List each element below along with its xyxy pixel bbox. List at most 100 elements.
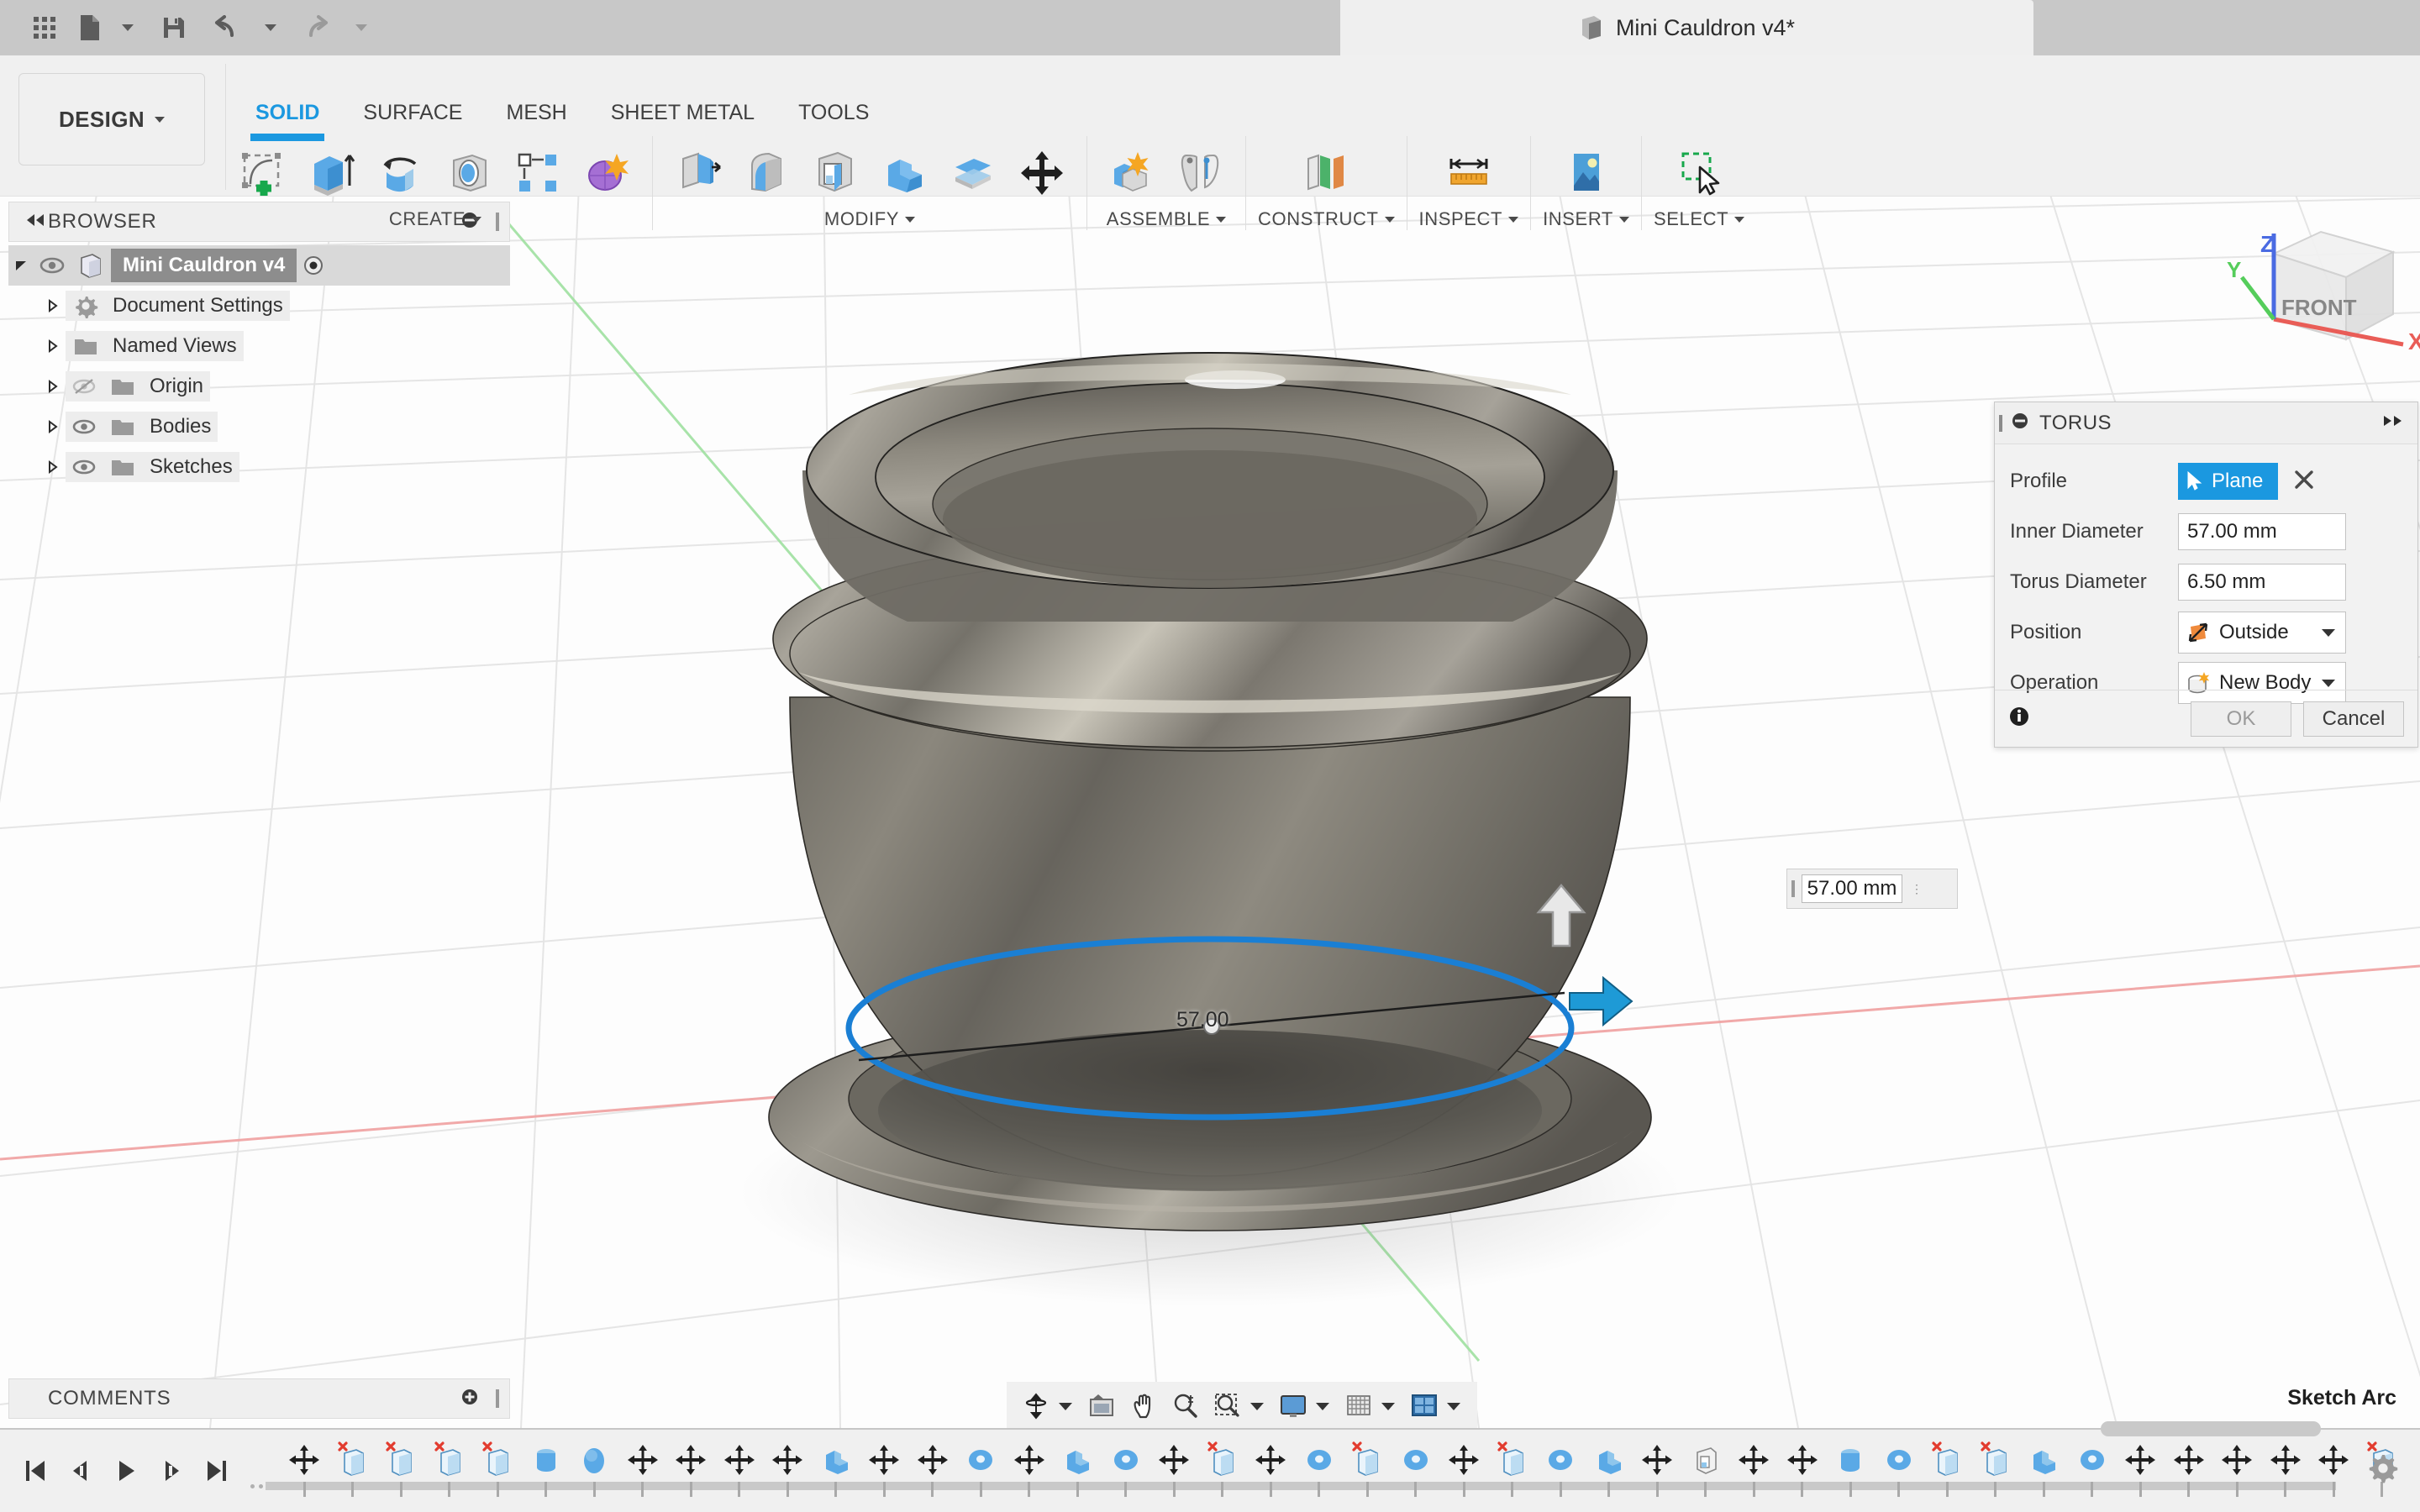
- timeline-feature-torus[interactable]: [1537, 1438, 1584, 1497]
- zoom-window-icon[interactable]: [1208, 1387, 1247, 1425]
- expand-triangle-icon[interactable]: [40, 379, 66, 394]
- timeline-feature-move[interactable]: [764, 1438, 811, 1497]
- timeline-feature-combine[interactable]: [813, 1438, 860, 1497]
- tree-item-sketches[interactable]: Sketches: [8, 447, 510, 487]
- timeline-feature-extrude-cut[interactable]: [329, 1438, 376, 1497]
- comments-panel-header[interactable]: COMMENTS: [8, 1378, 510, 1419]
- file-dropdown-caret[interactable]: [109, 4, 148, 51]
- new-sketch-icon[interactable]: [230, 139, 296, 207]
- redo-icon[interactable]: [291, 4, 343, 51]
- dimension-options-icon[interactable]: ⋮: [1911, 883, 1923, 895]
- timeline-feature-combine[interactable]: [2407, 1438, 2420, 1497]
- viewports-dropdown-caret[interactable]: [1447, 1402, 1460, 1410]
- visibility-eye-icon[interactable]: [66, 459, 103, 475]
- dimension-input-grip[interactable]: [1791, 880, 1795, 897]
- play-icon[interactable]: [109, 1452, 143, 1490]
- torus-dialog-header[interactable]: TORUS: [1995, 402, 2417, 444]
- jump-end-icon[interactable]: [200, 1452, 234, 1490]
- tree-item-document-settings[interactable]: Document Settings: [8, 286, 510, 326]
- undo-icon[interactable]: [200, 4, 252, 51]
- tab-sheet-metal[interactable]: SHEET METAL: [589, 101, 776, 131]
- fast-forward-icon[interactable]: [2381, 413, 2406, 433]
- combine-icon[interactable]: [871, 139, 937, 207]
- timeline-feature-torus[interactable]: [1392, 1438, 1439, 1497]
- grid-snaps-icon[interactable]: [1339, 1387, 1378, 1425]
- inner-diameter-input[interactable]: 57.00 mm: [2178, 513, 2346, 550]
- offset-face-icon[interactable]: [940, 139, 1006, 207]
- measure-icon[interactable]: [1428, 139, 1509, 207]
- shell-icon[interactable]: [802, 139, 868, 207]
- form-icon[interactable]: [575, 139, 640, 207]
- tree-item-bodies[interactable]: Bodies: [8, 407, 510, 447]
- timeline-feature-torus[interactable]: [2069, 1438, 2116, 1497]
- timeline-feature-shell[interactable]: [1682, 1438, 1729, 1497]
- timeline-feature-extrude-cut[interactable]: [1972, 1438, 2019, 1497]
- timeline-feature-move[interactable]: [619, 1438, 666, 1497]
- step-forward-icon[interactable]: [155, 1452, 188, 1490]
- insert-image-icon[interactable]: [1546, 139, 1627, 207]
- timeline-feature-extrude-cut[interactable]: [1489, 1438, 1536, 1497]
- timeline-feature-move[interactable]: [1730, 1438, 1777, 1497]
- display-settings-icon[interactable]: [1274, 1387, 1313, 1425]
- timeline-feature-move[interactable]: [1150, 1438, 1197, 1497]
- group-label-assemble[interactable]: ASSEMBLE: [1107, 208, 1227, 230]
- look-at-icon[interactable]: [1082, 1387, 1121, 1425]
- profile-select-button[interactable]: Plane: [2178, 463, 2279, 500]
- dialog-grip[interactable]: [1999, 414, 2002, 432]
- diameter-dimension-label[interactable]: 57.00: [1176, 1008, 1229, 1032]
- new-component-icon[interactable]: [1099, 139, 1165, 207]
- group-label-inspect[interactable]: INSPECT: [1419, 208, 1519, 230]
- zoom-dropdown-caret[interactable]: [1250, 1402, 1264, 1410]
- group-label-construct[interactable]: CONSTRUCT: [1258, 208, 1395, 230]
- timeline-feature-move[interactable]: [2117, 1438, 2164, 1497]
- timeline-feature-move[interactable]: [2262, 1438, 2309, 1497]
- dimension-input-field[interactable]: 57.00 mm: [1802, 874, 1902, 903]
- tree-item-origin[interactable]: Origin: [8, 366, 510, 407]
- tab-mesh[interactable]: MESH: [485, 101, 589, 131]
- offset-plane-icon[interactable]: [1286, 139, 1366, 207]
- press-pull-icon[interactable]: [665, 139, 730, 207]
- grid-dropdown-caret[interactable]: [1381, 1402, 1395, 1410]
- display-dropdown-caret[interactable]: [1316, 1402, 1329, 1410]
- group-label-create[interactable]: CREATE: [389, 208, 482, 230]
- expand-triangle-icon[interactable]: [40, 339, 66, 354]
- timeline-feature-move[interactable]: [281, 1438, 328, 1497]
- pan-icon[interactable]: [1124, 1387, 1163, 1425]
- timeline-feature-extrude-cut[interactable]: [474, 1438, 521, 1497]
- sweep-icon[interactable]: [437, 139, 502, 207]
- timeline-feature-extrude-cut[interactable]: [1199, 1438, 1246, 1497]
- timeline-feature-move[interactable]: [1440, 1438, 1487, 1497]
- timeline-feature-cylinder[interactable]: [1827, 1438, 1874, 1497]
- move-copy-icon[interactable]: [1009, 139, 1075, 207]
- timeline-feature-move[interactable]: [1634, 1438, 1681, 1497]
- timeline-feature-move[interactable]: [860, 1438, 908, 1497]
- group-label-insert[interactable]: INSERT: [1543, 208, 1629, 230]
- timeline-feature-sphere[interactable]: [571, 1438, 618, 1497]
- visibility-eye-off-icon[interactable]: [66, 377, 103, 396]
- fillet-icon[interactable]: [734, 139, 799, 207]
- zoom-icon[interactable]: [1166, 1387, 1205, 1425]
- panel-resize-grip[interactable]: [496, 1389, 499, 1408]
- file-icon[interactable]: [71, 4, 109, 51]
- expand-triangle-icon[interactable]: [8, 258, 34, 273]
- tree-root-mini-cauldron[interactable]: Mini Cauldron v4: [8, 245, 510, 286]
- timeline-feature-torus[interactable]: [1296, 1438, 1343, 1497]
- tree-item-named-views[interactable]: Named Views: [8, 326, 510, 366]
- torus-diameter-input[interactable]: 6.50 mm: [2178, 564, 2346, 601]
- activate-component-radio[interactable]: [297, 255, 330, 276]
- viewports-icon[interactable]: [1405, 1387, 1444, 1425]
- info-icon[interactable]: [2008, 706, 2030, 732]
- timeline-settings-gear-icon[interactable]: [2366, 1452, 2398, 1488]
- visibility-eye-icon[interactable]: [66, 418, 103, 435]
- timeline-feature-extrude-cut[interactable]: [426, 1438, 473, 1497]
- timeline-feature-cylinder[interactable]: [523, 1438, 570, 1497]
- undo-dropdown-caret[interactable]: [252, 4, 291, 51]
- group-label-modify[interactable]: MODIFY: [824, 208, 916, 230]
- app-grid-icon[interactable]: [18, 4, 71, 51]
- timeline-feature-move[interactable]: [1779, 1438, 1826, 1497]
- timeline-feature-combine[interactable]: [2020, 1438, 2067, 1497]
- joint-icon[interactable]: [1168, 139, 1234, 207]
- step-back-icon[interactable]: [64, 1452, 97, 1490]
- timeline-feature-combine[interactable]: [1054, 1438, 1101, 1497]
- ok-button[interactable]: OK: [2191, 701, 2291, 737]
